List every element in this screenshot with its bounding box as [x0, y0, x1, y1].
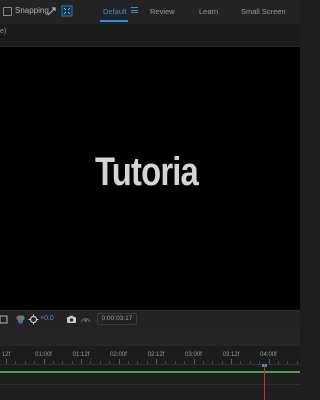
ruler-tick — [81, 359, 82, 364]
snap-grid-icon[interactable] — [61, 4, 73, 18]
snapping-checkbox[interactable] — [3, 7, 12, 16]
viewer-controls-bar: +0.0 0:00:03:17 — [0, 310, 300, 328]
ruler-tick — [268, 359, 270, 364]
ruler-minor-tick — [249, 361, 251, 364]
ruler-tick — [118, 359, 120, 364]
ruler-tick — [6, 359, 7, 364]
ruler-minor-tick — [99, 361, 101, 364]
ruler-tick — [43, 359, 45, 364]
ruler-minor-tick — [287, 361, 289, 364]
ruler-minor-tick — [165, 361, 167, 364]
exposure-icon[interactable] — [28, 314, 39, 325]
ruler-label: 04:00f — [260, 352, 277, 358]
exposure-value[interactable]: +0.0 — [40, 315, 54, 322]
panel-header-text: e) — [0, 28, 7, 35]
ruler-minor-tick — [52, 361, 54, 364]
ruler-minor-tick — [62, 361, 64, 364]
snapping-label: Snapping — [15, 6, 49, 15]
ruler-minor-tick — [15, 361, 17, 364]
track-divider — [0, 384, 300, 385]
ruler-minor-tick — [127, 361, 129, 364]
composition-text-layer[interactable]: Tutoria — [95, 152, 199, 192]
ruler-tick — [193, 359, 195, 364]
workspace-tab-small-screen[interactable]: Small Screen — [241, 7, 286, 16]
work-area-bar[interactable] — [0, 371, 300, 373]
ruler-minor-tick — [24, 361, 26, 364]
ruler-minor-tick — [109, 361, 111, 364]
ruler-minor-tick — [296, 361, 298, 364]
track-divider — [0, 364, 300, 365]
ruler-label: 02:12f — [147, 352, 165, 358]
ruler-minor-tick — [277, 361, 279, 364]
workspace-tab-review[interactable]: Review — [150, 7, 175, 16]
ruler-minor-tick — [259, 361, 261, 364]
ruler-label: 03:12f — [222, 352, 240, 358]
snap-edges-icon[interactable] — [46, 4, 58, 18]
active-tab-indicator — [100, 20, 128, 22]
workspace-tab-learn[interactable]: Learn — [199, 7, 218, 16]
playhead[interactable] — [264, 364, 265, 400]
ruler-tick — [231, 359, 232, 364]
ruler-minor-tick — [137, 361, 139, 364]
color-channels-icon[interactable] — [15, 314, 26, 325]
ruler-minor-tick — [221, 361, 223, 364]
composition-panel-header: e) — [0, 24, 300, 47]
region-icon[interactable] — [0, 314, 11, 325]
timeline-header — [0, 328, 300, 346]
ruler-tick — [156, 359, 157, 364]
ruler-minor-tick — [146, 361, 148, 364]
show-snapshot-icon[interactable] — [80, 314, 91, 325]
time-ruler[interactable] — [0, 346, 300, 372]
ruler-minor-tick — [71, 361, 73, 364]
ruler-label: 12f — [1, 352, 11, 358]
ruler-label: 01:12f — [72, 352, 90, 358]
ruler-minor-tick — [34, 361, 36, 364]
workspace-tab-default[interactable]: Default — [103, 7, 127, 16]
snapshot-icon[interactable] — [66, 314, 77, 325]
top-toolbar: Snapping Default Review Learn Small Scre… — [0, 0, 300, 25]
ruler-minor-tick — [184, 361, 186, 364]
ruler-label: 02:00f — [110, 352, 127, 358]
current-time-display[interactable]: 0:00:03:17 — [97, 313, 137, 325]
ruler-minor-tick — [240, 361, 242, 364]
ruler-label: 03:00f — [185, 352, 202, 358]
ruler-minor-tick — [202, 361, 204, 364]
ruler-minor-tick — [174, 361, 176, 364]
ruler-minor-tick — [90, 361, 92, 364]
ruler-label: 01:00f — [35, 352, 52, 358]
workspace-menu-icon[interactable] — [131, 7, 138, 13]
ruler-minor-tick — [212, 361, 214, 364]
